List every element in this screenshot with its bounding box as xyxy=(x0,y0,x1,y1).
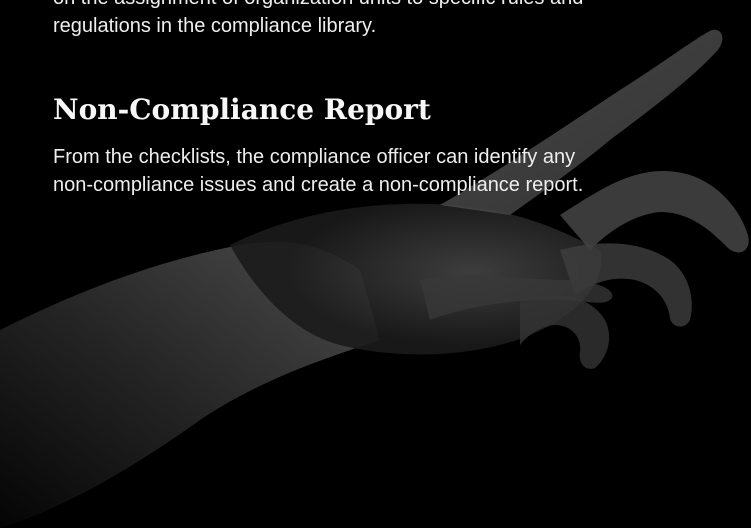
intro-line: on the assignment of organization units … xyxy=(53,0,733,12)
section-body-line: non-compliance issues and create a non-c… xyxy=(53,174,584,196)
intro-paragraph: on the assignment of organization units … xyxy=(53,0,733,40)
slide-page: on the assignment of organization units … xyxy=(0,0,751,528)
section-title: Non-Compliance Report xyxy=(53,93,431,126)
section-body-line: From the checklists, the compliance offi… xyxy=(53,146,576,168)
pointing-hand-image xyxy=(0,0,751,528)
intro-line: regulations in the compliance library. xyxy=(53,15,377,37)
section-body: From the checklists, the compliance offi… xyxy=(53,143,733,199)
